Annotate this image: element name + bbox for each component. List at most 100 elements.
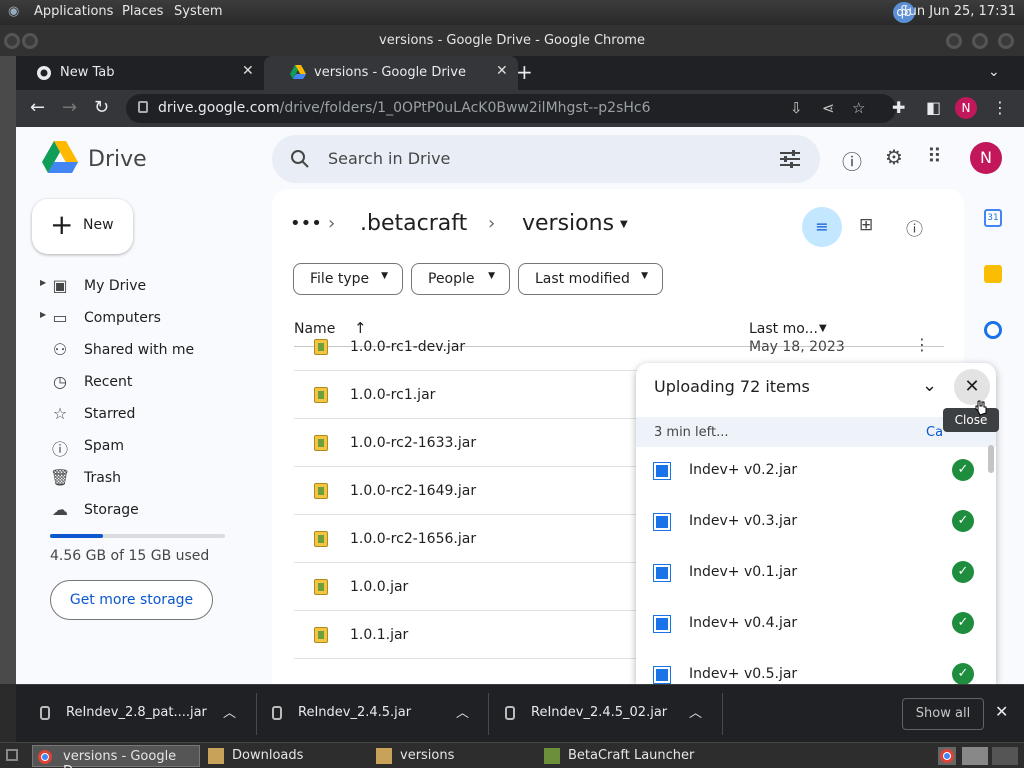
search-input[interactable]: Search in Drive <box>328 149 450 168</box>
close-downloads-icon[interactable]: ✕ <box>995 702 1008 721</box>
share-icon[interactable]: ⋖ <box>822 99 835 117</box>
tab-versions-drive[interactable]: versions - Google Drive ✕ <box>264 56 518 90</box>
get-more-storage-button[interactable]: Get more storage <box>50 580 213 620</box>
help-icon[interactable]: ⓘ <box>842 146 862 175</box>
list-item[interactable]: Indev+ v0.1.jar ✓ <box>636 549 986 600</box>
taskbar-item-betacraft[interactable]: BetaCraft Launcher ... <box>540 745 710 768</box>
search-icon[interactable] <box>290 149 310 169</box>
drive-app-name[interactable]: Drive <box>88 147 147 172</box>
extensions-puzzle-icon[interactable]: ✚ <box>892 98 905 117</box>
collapse-chevron-icon[interactable]: ⌄ <box>922 375 937 396</box>
list-item[interactable]: Indev+ v0.3.jar ✓ <box>636 498 986 549</box>
workspace-switcher[interactable] <box>992 747 1018 765</box>
install-app-icon[interactable]: ⇩ <box>790 99 803 117</box>
filter-chip-people[interactable]: People ▼ <box>411 263 510 295</box>
menu-places[interactable]: Places <box>122 4 163 19</box>
new-tab-plus-icon[interactable]: + <box>516 60 533 84</box>
tab-search-chevron-icon[interactable]: ⌄ <box>988 64 1000 80</box>
reload-icon[interactable]: ↻ <box>94 97 109 118</box>
taskbar-item-chrome[interactable]: versions - Google D... <box>32 745 200 768</box>
calendar-icon[interactable]: 31 <box>984 209 1002 227</box>
breadcrumb-current[interactable]: versions <box>522 211 614 236</box>
nav-label: Spam <box>84 438 124 454</box>
maximize-icon[interactable] <box>972 33 988 49</box>
list-item[interactable]: Indev+ v0.2.jar ✓ <box>636 447 986 498</box>
nav-my-drive[interactable]: ▶ ▣ My Drive <box>16 272 256 300</box>
chevron-up-icon[interactable]: ︿ <box>223 702 236 721</box>
column-last-modified[interactable]: Last mo... <box>749 321 818 337</box>
check-icon: ✓ <box>952 459 974 481</box>
search-options-icon[interactable] <box>780 150 800 168</box>
search-bar[interactable]: Search in Drive <box>272 135 820 183</box>
details-info-icon[interactable]: ⓘ <box>906 215 923 240</box>
show-desktop-icon[interactable] <box>6 749 18 761</box>
keep-icon[interactable] <box>984 265 1002 283</box>
settings-gear-icon[interactable]: ⚙ <box>885 145 903 169</box>
nav-label: My Drive <box>84 278 147 294</box>
download-item[interactable]: ReIndev_2.4.5_02.jar ︿ <box>505 685 715 743</box>
filter-chip-last-modified[interactable]: Last modified ▼ <box>518 263 663 295</box>
filter-chip-file-type[interactable]: File type ▼ <box>293 263 403 295</box>
nav-recent[interactable]: ◷ Recent <box>16 368 256 396</box>
download-file-name: ReIndev_2.4.5.jar <box>298 705 412 720</box>
chrome-menu-icon[interactable]: ⋮ <box>992 98 1008 117</box>
tab-new-tab[interactable]: New Tab ✕ <box>16 56 262 90</box>
taskbar-item-versions[interactable]: versions <box>372 745 536 767</box>
profile-avatar[interactable]: N <box>955 97 977 119</box>
breadcrumb-parent[interactable]: .betacraft <box>360 211 467 236</box>
account-avatar[interactable]: N <box>970 142 1002 174</box>
forward-icon[interactable]: → <box>62 97 77 118</box>
taskbar-item-downloads[interactable]: Downloads <box>204 745 368 767</box>
browser-toolbar: ← → ↻ drive.google.com/drive/folders/1_0… <box>16 90 1024 127</box>
new-button[interactable]: + New <box>32 199 133 254</box>
side-panel-icon[interactable]: ◧ <box>926 98 941 117</box>
nav-shared-with-me[interactable]: ⚇ Shared with me <box>16 336 256 364</box>
minimize-icon[interactable] <box>946 33 962 49</box>
download-item[interactable]: ReIndev_2.8_pat....jar ︿ <box>40 685 250 743</box>
cancel-upload-button[interactable]: Ca <box>926 425 943 440</box>
chevron-up-icon[interactable]: ︿ <box>456 702 469 721</box>
list-item[interactable]: Indev+ v0.5.jar ✓ <box>636 651 986 684</box>
lock-icon[interactable] <box>138 101 148 113</box>
workspace-switcher[interactable] <box>962 747 988 765</box>
tab-close-icon[interactable]: ✕ <box>496 63 508 79</box>
google-apps-icon[interactable]: ⠿ <box>927 144 942 168</box>
grid-view-icon[interactable]: ⊞ <box>859 215 873 235</box>
tab-label: versions - Google Drive <box>314 65 466 80</box>
nav-spam[interactable]: ⓘ Spam <box>16 432 256 460</box>
list-item[interactable]: Indev+ v0.4.jar ✓ <box>636 600 986 651</box>
sort-dropdown-icon[interactable]: ▼ <box>819 323 827 334</box>
column-name[interactable]: Name <box>294 321 335 337</box>
folder-menu-caret-icon[interactable]: ▼ <box>620 219 628 230</box>
window-close-icon[interactable] <box>998 33 1014 49</box>
show-all-downloads-button[interactable]: Show all <box>902 698 984 730</box>
expand-caret-icon[interactable]: ▶ <box>40 278 46 287</box>
more-actions-icon[interactable]: ⋮ <box>914 335 930 354</box>
chrome-icon <box>38 750 52 764</box>
chip-label: People <box>428 271 475 287</box>
breadcrumb-separator-icon: › <box>328 213 336 234</box>
address-bar[interactable]: drive.google.com/drive/folders/1_0OPtP0u… <box>126 94 896 123</box>
filter-icon[interactable]: ≡ <box>802 207 842 247</box>
chevron-up-icon[interactable]: ︿ <box>689 702 702 721</box>
download-item[interactable]: ReIndev_2.4.5.jar ︿ <box>272 685 482 743</box>
back-icon[interactable]: ← <box>30 97 45 118</box>
nav-starred[interactable]: ☆ Starred <box>16 400 256 428</box>
nav-storage[interactable]: ☁ Storage <box>16 496 256 524</box>
nav-trash[interactable]: 🗑 Trash <box>16 464 256 492</box>
workspace-chrome-icon[interactable] <box>938 747 956 765</box>
menu-system[interactable]: System <box>174 4 222 19</box>
bookmark-star-icon[interactable]: ☆ <box>852 99 865 117</box>
clock[interactable]: Sun Jun 25, 17:31 <box>900 4 1016 19</box>
expand-caret-icon[interactable]: ▶ <box>40 310 46 319</box>
nav-computers[interactable]: ▶ ▭ Computers <box>16 304 256 332</box>
url-text[interactable]: drive.google.com/drive/folders/1_0OPtP0u… <box>158 100 651 116</box>
upload-scrollbar[interactable] <box>988 445 994 473</box>
sort-arrow-up-icon[interactable]: ↑ <box>354 319 367 337</box>
distro-icon[interactable]: ◉ <box>8 4 19 19</box>
menu-applications[interactable]: Applications <box>34 4 113 19</box>
tab-close-icon[interactable]: ✕ <box>242 63 254 79</box>
tasks-icon[interactable] <box>984 321 1002 339</box>
breadcrumb-overflow-icon[interactable]: ••• <box>290 213 322 234</box>
drive-logo-icon[interactable] <box>42 141 78 173</box>
